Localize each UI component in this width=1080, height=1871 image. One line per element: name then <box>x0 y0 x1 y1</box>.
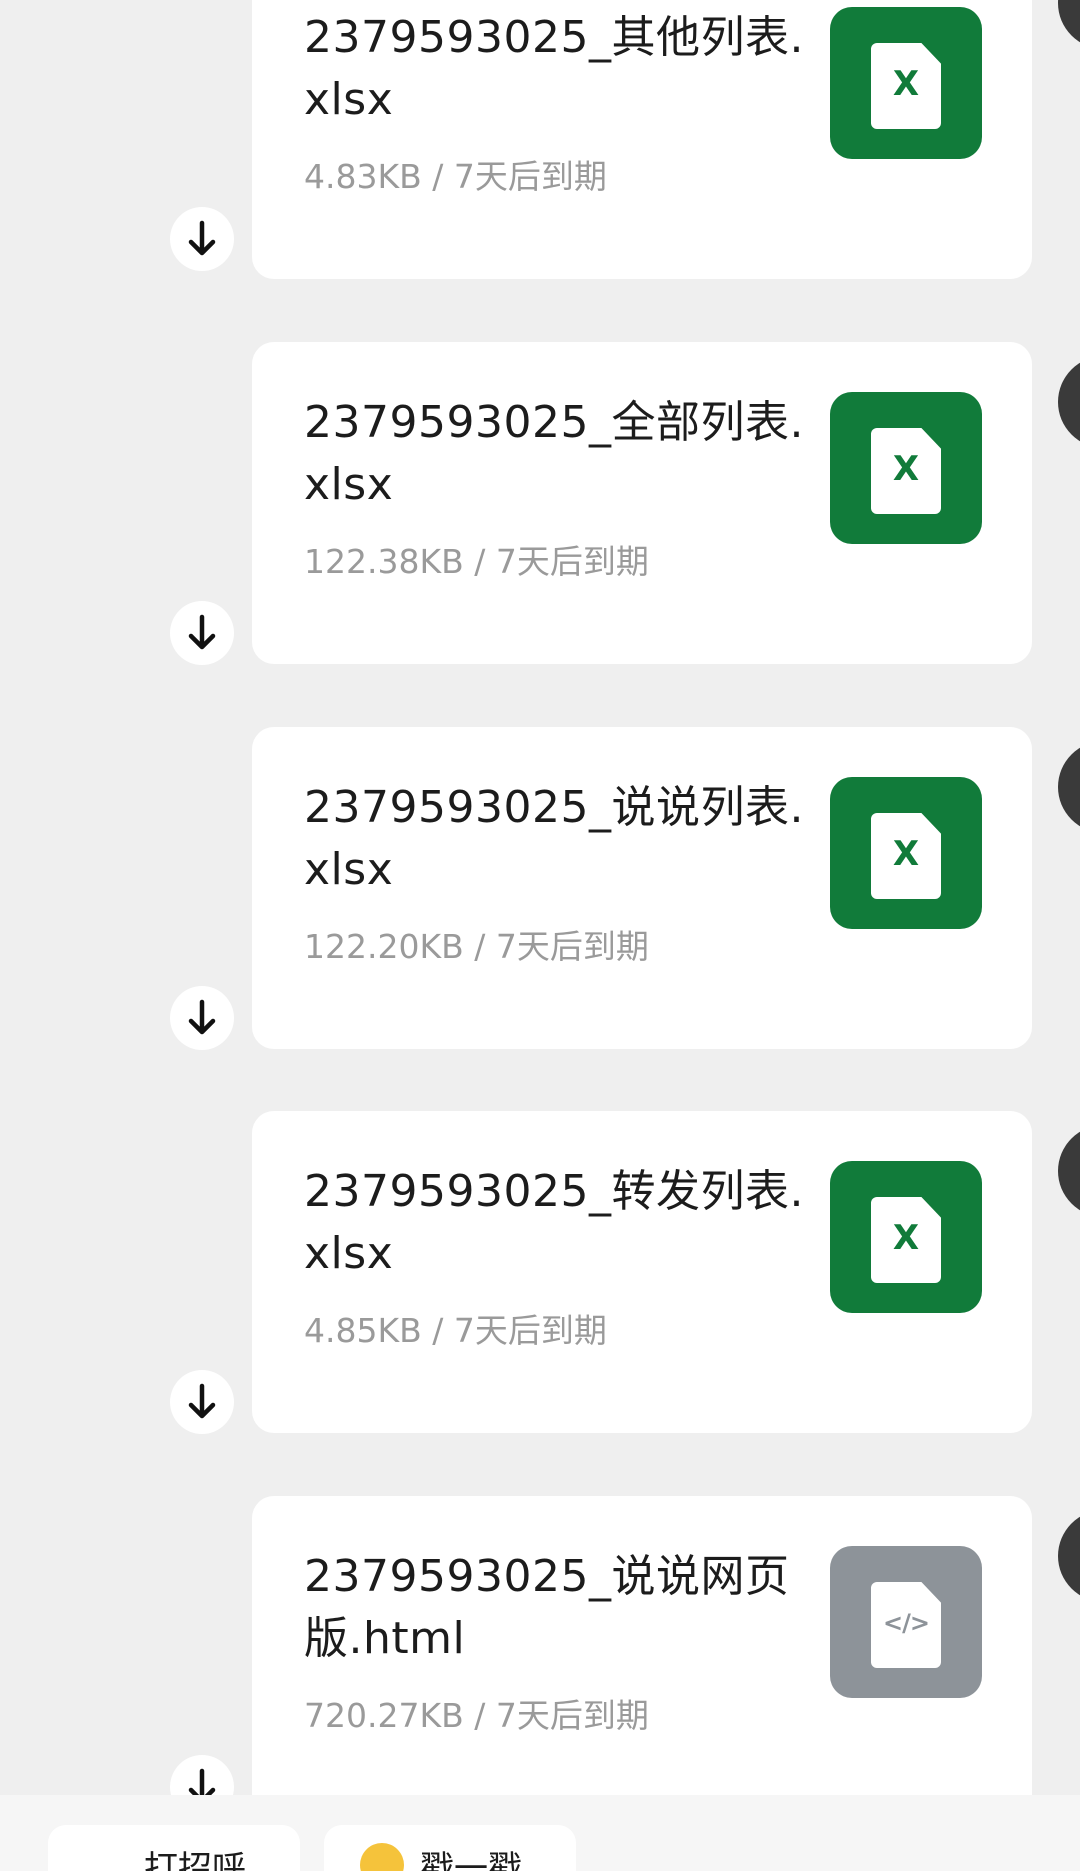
sender-avatar[interactable] <box>1058 0 1080 49</box>
file-meta: 122.38KB / 7天后到期 <box>304 542 649 581</box>
download-button[interactable] <box>170 1370 234 1434</box>
sender-avatar[interactable] <box>1058 356 1080 448</box>
file-name: 2379593025_说说列表.xlsx <box>304 782 804 895</box>
file-name: 2379593025_说说网页版.html <box>304 1551 790 1664</box>
download-button[interactable] <box>170 207 234 271</box>
sender-avatar[interactable] <box>1058 741 1080 833</box>
file-card[interactable]: 2379593025_全部列表.xlsx 122.38KB / 7天后到期 X <box>252 342 1032 664</box>
quick-action-bar: 打招呼 戳一戳 <box>0 1795 1080 1871</box>
file-message: 2379593025_全部列表.xlsx 122.38KB / 7天后到期 X <box>0 342 1080 667</box>
excel-icon: X <box>830 7 982 159</box>
chip-label: 打招呼 <box>144 1849 246 1871</box>
arrow-down-icon <box>188 614 216 650</box>
file-name: 2379593025_其他列表.xlsx <box>304 12 804 125</box>
file-card[interactable]: 2379593025_其他列表.xlsx 4.83KB / 7天后到期 X <box>252 0 1032 279</box>
file-message: 2379593025_其他列表.xlsx 4.83KB / 7天后到期 X <box>0 0 1080 282</box>
arrow-down-icon <box>188 220 216 256</box>
file-message: 2379593025_说说列表.xlsx 122.20KB / 7天后到期 X <box>0 727 1080 1052</box>
file-meta: 122.20KB / 7天后到期 <box>304 927 649 966</box>
download-button[interactable] <box>170 986 234 1050</box>
arrow-down-icon <box>188 1383 216 1419</box>
sender-avatar[interactable] <box>1058 1510 1080 1602</box>
download-button[interactable] <box>170 601 234 665</box>
excel-icon: X <box>830 1161 982 1313</box>
file-message: 2379593025_说说网页版.html 720.27KB / 7天后到期 <… <box>0 1496 1080 1795</box>
say-hello-chip[interactable]: 打招呼 <box>48 1825 300 1871</box>
smiley-emoji-icon <box>360 1843 404 1871</box>
excel-icon: X <box>830 777 982 929</box>
arrow-down-icon <box>188 1768 216 1795</box>
file-meta: 4.85KB / 7天后到期 <box>304 1311 607 1350</box>
chat-message-list[interactable]: 2379593025_其他列表.xlsx 4.83KB / 7天后到期 X 23… <box>0 0 1080 1795</box>
poke-chip[interactable]: 戳一戳 <box>324 1825 576 1871</box>
arrow-down-icon <box>188 999 216 1035</box>
file-name: 2379593025_转发列表.xlsx <box>304 1166 804 1279</box>
file-name: 2379593025_全部列表.xlsx <box>304 397 804 510</box>
file-message: 2379593025_转发列表.xlsx 4.85KB / 7天后到期 X <box>0 1111 1080 1436</box>
file-card[interactable]: 2379593025_说说列表.xlsx 122.20KB / 7天后到期 X <box>252 727 1032 1049</box>
sender-avatar[interactable] <box>1058 1125 1080 1217</box>
file-meta: 720.27KB / 7天后到期 <box>304 1696 649 1735</box>
download-button[interactable] <box>170 1755 234 1795</box>
file-meta: 4.83KB / 7天后到期 <box>304 157 607 196</box>
file-card[interactable]: 2379593025_说说网页版.html 720.27KB / 7天后到期 <… <box>252 1496 1032 1795</box>
html-code-icon: </> <box>830 1546 982 1698</box>
excel-icon: X <box>830 392 982 544</box>
chip-label: 戳一戳 <box>420 1849 522 1871</box>
file-card[interactable]: 2379593025_转发列表.xlsx 4.85KB / 7天后到期 X <box>252 1111 1032 1433</box>
